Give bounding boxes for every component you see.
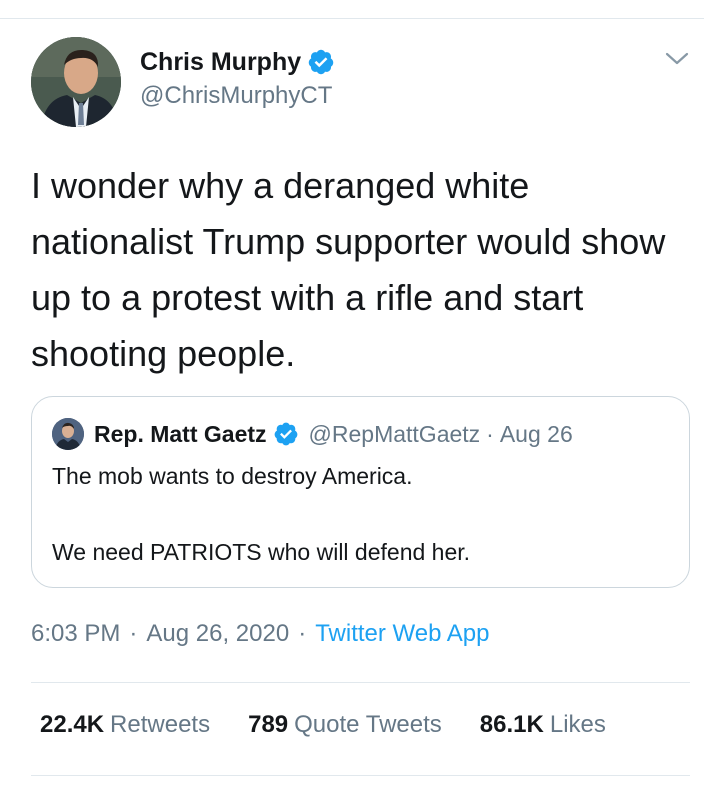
stat-label: Retweets [110, 711, 211, 738]
tweet-date[interactable]: Aug 26, 2020 [146, 620, 289, 648]
stat-label: Quote Tweets [294, 711, 442, 738]
stat-value: 789 [248, 711, 289, 738]
tweet-stats: 22.4K Retweets 789 Quote Tweets 86.1K Li… [40, 711, 606, 739]
profile-photo-icon [31, 37, 121, 127]
meta-separator: · [129, 620, 138, 647]
author-handle[interactable]: @ChrisMurphyCT [140, 82, 335, 110]
author-name-row: Chris Murphy [140, 46, 335, 78]
meta-separator: · [298, 620, 307, 647]
tweet-time[interactable]: 6:03 PM [31, 620, 120, 648]
quoted-author-avatar [52, 418, 84, 450]
quoted-text-line: We need PATRIOTS who will defend her. [52, 539, 471, 565]
top-divider [0, 18, 704, 19]
divider [31, 775, 690, 776]
quoted-date: Aug 26 [499, 420, 573, 447]
stat-value: 86.1K [479, 711, 544, 738]
author-avatar[interactable] [31, 37, 121, 127]
verified-badge-icon [274, 422, 297, 446]
quoted-tweet-card[interactable]: Rep. Matt Gaetz @RepMattGaetz · Aug 26 T… [31, 396, 690, 588]
quoted-text-line: The mob wants to destroy America. [52, 463, 413, 489]
quoted-separator: · [486, 420, 494, 447]
stat-label: Likes [549, 711, 606, 738]
stat-retweets[interactable]: 22.4K Retweets [40, 711, 210, 739]
stat-quote-tweets[interactable]: 789 Quote Tweets [248, 711, 442, 739]
author-info: Chris Murphy @ChrisMurphyCT [140, 46, 335, 110]
profile-photo-icon [52, 418, 84, 450]
tweet-text: I wonder why a deranged white nationalis… [31, 165, 666, 374]
divider [31, 682, 690, 683]
chevron-down-icon[interactable] [664, 50, 690, 68]
tweet-source-link[interactable]: Twitter Web App [315, 620, 489, 648]
tweet-meta: 6:03 PM · Aug 26, 2020 · Twitter Web App [31, 620, 490, 648]
stat-likes[interactable]: 86.1K Likes [480, 711, 606, 739]
stat-value: 22.4K [40, 711, 105, 738]
quoted-author-handle: @RepMattGaetz [308, 420, 481, 447]
quoted-author-name: Rep. Matt Gaetz [94, 420, 267, 447]
author-display-name[interactable]: Chris Murphy [140, 48, 301, 77]
quoted-tweet-header: Rep. Matt Gaetz @RepMattGaetz · Aug 26 [94, 417, 573, 451]
verified-badge-icon [308, 49, 334, 75]
